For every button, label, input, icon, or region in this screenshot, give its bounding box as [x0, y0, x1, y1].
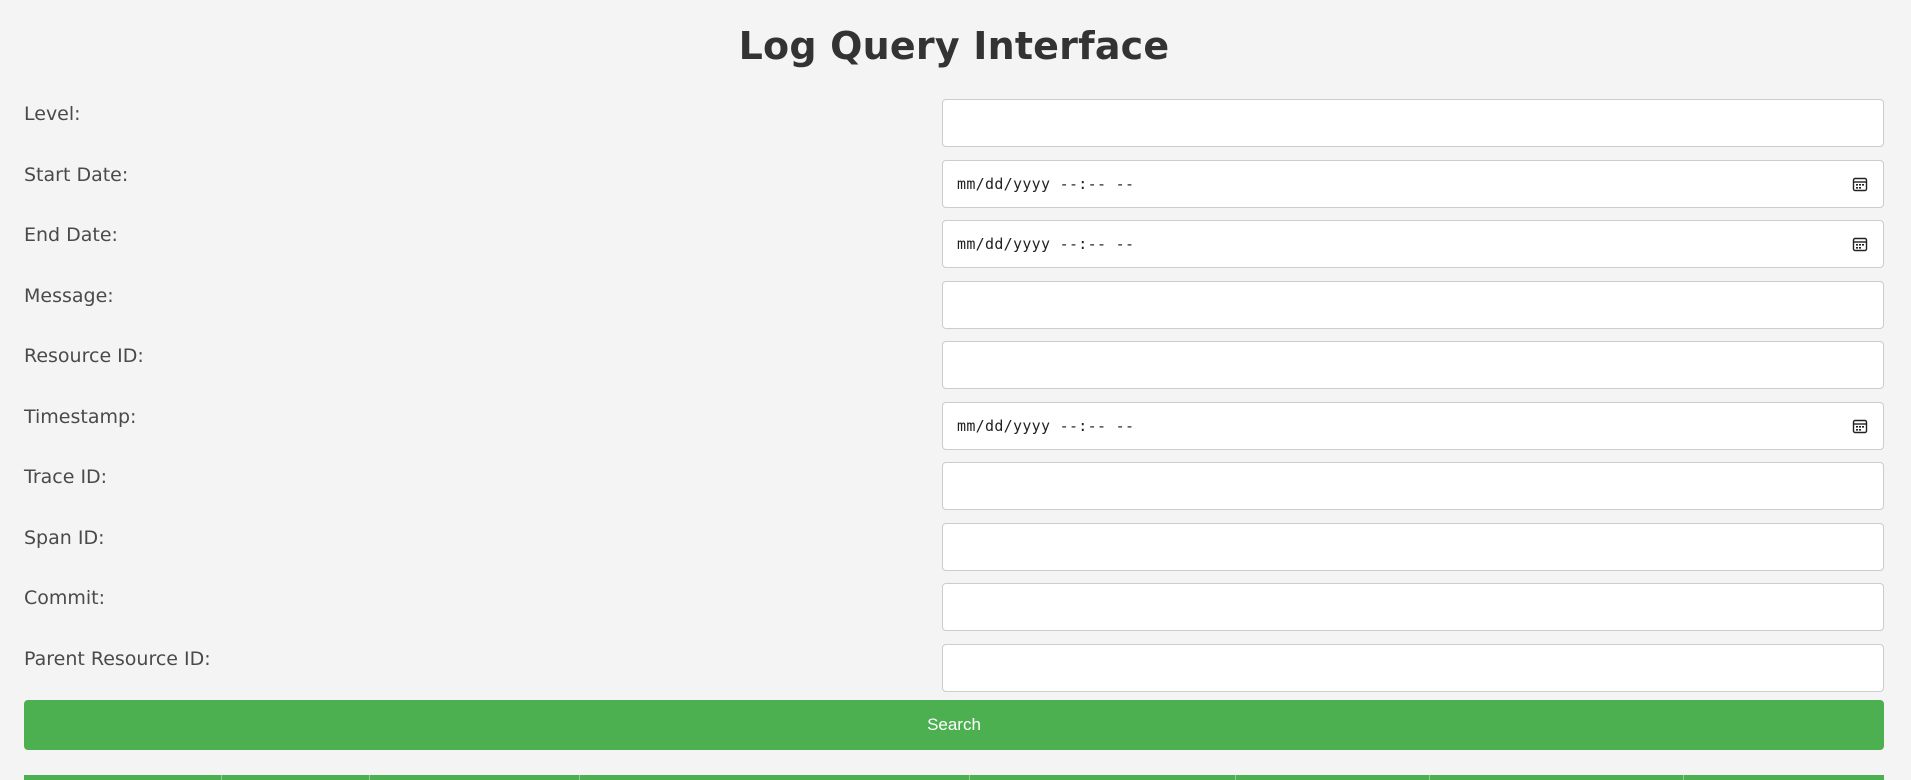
- table-header-cell: [24, 775, 222, 780]
- parent-resource-id-label: Parent Resource ID:: [24, 647, 211, 670]
- table-header-cell: [580, 775, 970, 780]
- form-row-level: Level:: [24, 99, 1884, 160]
- page-title: Log Query Interface: [738, 24, 1170, 68]
- span-id-input[interactable]: [942, 522, 1884, 571]
- start-date-placeholder: mm/dd/yyyy --:-- --: [957, 174, 1135, 193]
- commit-input[interactable]: [942, 583, 1884, 631]
- form-row-span-id: Span ID:: [24, 522, 1884, 584]
- trace-id-input[interactable]: [942, 462, 1884, 510]
- form-row-end-date: End Date: mm/dd/yyyy --:-- --: [24, 220, 1884, 281]
- timestamp-label: Timestamp:: [24, 405, 137, 428]
- message-input[interactable]: [942, 280, 1884, 329]
- timestamp-input[interactable]: mm/dd/yyyy --:-- --: [942, 401, 1884, 450]
- form-row-parent-resource-id: Parent Resource ID:: [24, 643, 1884, 705]
- form-row-start-date: Start Date: mm/dd/yyyy --:-- --: [24, 159, 1884, 221]
- commit-label: Commit:: [24, 587, 106, 609]
- form-row-timestamp: Timestamp: mm/dd/yyyy --:-- --: [24, 401, 1884, 463]
- table-header-cell: [1236, 775, 1430, 780]
- calendar-icon[interactable]: [1851, 235, 1869, 253]
- end-date-input[interactable]: mm/dd/yyyy --:-- --: [942, 220, 1884, 268]
- resource-id-label: Resource ID:: [24, 345, 144, 367]
- message-label: Message:: [24, 284, 114, 307]
- table-header-cell: [222, 775, 370, 780]
- form-row-resource-id: Resource ID:: [24, 341, 1884, 402]
- span-id-label: Span ID:: [24, 526, 105, 549]
- table-header-cell: [1684, 775, 1884, 780]
- results-table-header: [24, 775, 1884, 780]
- log-query-page: Log Query Interface Level: Start Date: m…: [0, 0, 1911, 780]
- end-date-label: End Date:: [24, 224, 118, 246]
- search-button[interactable]: Search: [24, 700, 1884, 750]
- table-header-cell: [1430, 775, 1684, 780]
- level-input[interactable]: [942, 99, 1884, 147]
- timestamp-placeholder: mm/dd/yyyy --:-- --: [957, 416, 1135, 435]
- start-date-label: Start Date:: [24, 163, 129, 186]
- table-header-cell: [970, 775, 1236, 780]
- start-date-input[interactable]: mm/dd/yyyy --:-- --: [942, 159, 1884, 208]
- end-date-placeholder: mm/dd/yyyy --:-- --: [957, 235, 1135, 253]
- trace-id-label: Trace ID:: [24, 466, 108, 488]
- calendar-icon[interactable]: [1851, 175, 1869, 193]
- calendar-icon[interactable]: [1851, 417, 1869, 435]
- form-row-commit: Commit:: [24, 583, 1884, 644]
- level-label: Level:: [24, 103, 81, 125]
- parent-resource-id-input[interactable]: [942, 643, 1884, 692]
- form-row-trace-id: Trace ID:: [24, 462, 1884, 523]
- table-header-cell: [370, 775, 580, 780]
- resource-id-input[interactable]: [942, 341, 1884, 389]
- form-row-message: Message:: [24, 280, 1884, 342]
